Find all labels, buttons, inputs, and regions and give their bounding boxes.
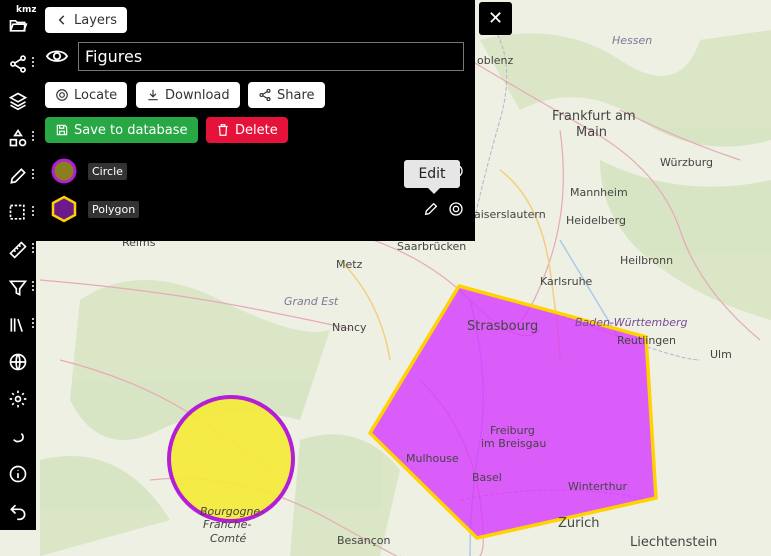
map-label-koblenz: oblenz xyxy=(477,54,514,67)
map-label-bourgogne-2: Franche- xyxy=(203,518,251,531)
locate-target-icon[interactable] xyxy=(448,201,464,217)
edit-pencil-icon[interactable] xyxy=(423,201,439,217)
layer-name-circle: Circle xyxy=(88,162,127,180)
select-area-icon[interactable] xyxy=(6,201,34,225)
map-label-wurzburg: Würzburg xyxy=(660,156,713,169)
locate-label: Locate xyxy=(74,87,118,103)
edit-tooltip: Edit xyxy=(404,160,460,194)
map-label-heidelberg: Heidelberg xyxy=(566,214,626,227)
layers-panel: Layers Locate Download Share Save to dat… xyxy=(36,0,475,241)
map-label-heilbronn: Heilbronn xyxy=(620,254,673,267)
map-label-reutlingen: Reutlingen xyxy=(617,334,676,347)
map-label-baden: Baden-Württemberg xyxy=(575,316,688,329)
map-label-freiburg-2: im Breisgau xyxy=(481,437,546,450)
chevron-left-icon xyxy=(58,15,65,25)
shapes-icon[interactable] xyxy=(6,126,34,150)
close-panel-button[interactable]: ✕ xyxy=(479,2,512,35)
layer-row-circle[interactable]: Circle xyxy=(50,157,127,185)
map-label-mulhouse: Mulhouse xyxy=(406,452,459,465)
map-label-kaiserslautern: aiserslautern xyxy=(474,208,546,221)
visibility-eye-icon[interactable] xyxy=(45,47,69,67)
locate-button[interactable]: Locate xyxy=(45,82,128,108)
map-label-nancy: Nancy xyxy=(332,321,367,334)
map-label-bourgogne: Bourgogne- xyxy=(200,505,264,518)
map-label-zurich: Zurich xyxy=(558,516,600,531)
layer-name-polygon: Polygon xyxy=(88,200,140,218)
circle-shape[interactable] xyxy=(167,395,295,523)
filter-icon[interactable] xyxy=(6,276,34,300)
circle-swatch-icon xyxy=(51,158,77,184)
save-to-database-button[interactable]: Save to database xyxy=(45,117,198,143)
pencil-icon[interactable] xyxy=(6,164,34,188)
map-label-grand-est: Grand Est xyxy=(284,295,339,308)
layers-icon[interactable] xyxy=(6,89,30,113)
map-label-saarbrucken: Saarbrücken xyxy=(397,240,466,253)
map-label-winterthur: Winterthur xyxy=(568,480,628,493)
download-label: Download xyxy=(165,87,230,103)
close-icon: ✕ xyxy=(487,8,504,29)
map-label-liechtenstein: Liechtenstein xyxy=(630,535,717,550)
map-label-freiburg: Freiburg xyxy=(490,424,535,437)
redo-icon[interactable] xyxy=(6,425,30,449)
download-button[interactable]: Download xyxy=(136,82,240,108)
back-button-label: Layers xyxy=(74,12,118,28)
ruler-icon[interactable] xyxy=(6,238,34,262)
map-label-hessen: Hessen xyxy=(612,34,652,47)
map-label-frankfurt: Frankfurt am xyxy=(552,109,636,124)
share-nodes-icon[interactable] xyxy=(6,52,34,76)
undo-icon[interactable] xyxy=(6,499,30,523)
share-button[interactable]: Share xyxy=(248,82,325,108)
map-label-metz: Metz xyxy=(336,258,363,271)
map-label-basel: Basel xyxy=(472,471,502,484)
map-label-karlsruhe: Karlsruhe xyxy=(540,275,593,288)
map-label-ulm: Ulm xyxy=(710,348,732,361)
left-toolbar: kmz xyxy=(0,0,37,530)
delete-label: Delete xyxy=(235,122,278,138)
layer-row-polygon[interactable]: Polygon xyxy=(50,195,140,223)
folder-open-icon[interactable] xyxy=(6,13,30,37)
download-icon xyxy=(148,89,158,101)
info-icon[interactable] xyxy=(6,462,30,486)
map-label-frankfurt-2: Main xyxy=(576,125,607,140)
library-icon[interactable] xyxy=(6,313,34,337)
target-icon xyxy=(56,89,68,101)
trash-icon xyxy=(218,124,228,136)
settings-icon[interactable] xyxy=(6,387,30,411)
back-to-layers-button[interactable]: Layers xyxy=(45,7,128,33)
share-icon xyxy=(259,88,271,102)
share-label: Share xyxy=(277,87,315,103)
save-icon xyxy=(56,124,68,136)
hexagon-swatch-icon xyxy=(51,195,77,223)
delete-button[interactable]: Delete xyxy=(206,117,288,143)
map-label-strasbourg: Strasbourg xyxy=(467,319,538,334)
map-label-bourgogne-3: Comté xyxy=(210,532,246,545)
map-label-mannheim: Mannheim xyxy=(570,186,628,199)
save-label: Save to database xyxy=(74,122,188,138)
map-label-besancon: Besançon xyxy=(337,534,391,547)
globe-icon[interactable] xyxy=(6,350,30,374)
layer-name-input[interactable] xyxy=(78,42,464,71)
